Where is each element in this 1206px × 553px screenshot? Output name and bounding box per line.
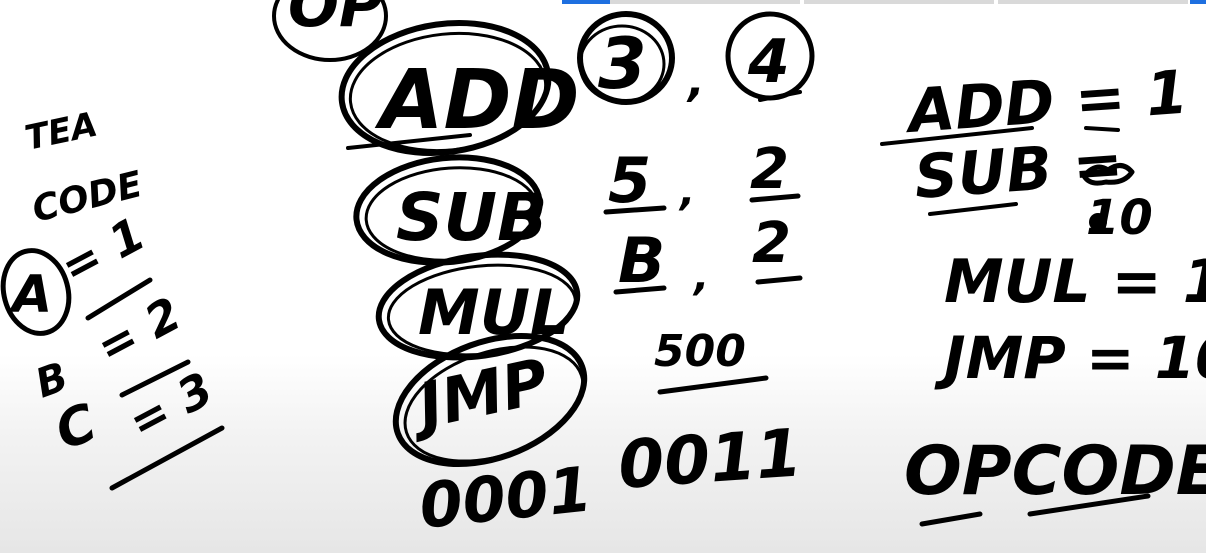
left-notes: TEA CODE A = 1 = 2 B C = 3: [0, 105, 225, 491]
operand-500: 500: [654, 326, 746, 377]
opcode-title: OPCODE: [904, 432, 1206, 511]
operand-sep-1: ,: [686, 56, 705, 107]
binary-0011: 0011: [616, 414, 805, 504]
tea-label: TEA: [22, 105, 101, 159]
op-partial-label: OP: [288, 0, 383, 41]
operand-2a: 2: [750, 137, 789, 202]
operand-sep-3: ,: [692, 254, 709, 300]
letter-c: C: [48, 393, 104, 462]
operands: 3 , 4 5 , 2 B , 2 500: [577, 11, 815, 395]
operand-5: 5: [608, 144, 651, 217]
op-jmp: JMP: [401, 344, 554, 445]
operand-4: 4: [747, 27, 790, 97]
operand-sep-2: ,: [678, 169, 695, 215]
op-sub: SUB: [396, 179, 547, 256]
op-add: ADD: [374, 53, 580, 148]
letter-a: A: [8, 265, 52, 325]
operand-2b: 2: [752, 211, 791, 276]
binary-encoding: 0001 0011: [416, 414, 804, 543]
jmp-eq: JMP = 100: [934, 324, 1206, 392]
whiteboard-canvas: TEA CODE A = 1 = 2 B C = 3 OP ADD SUB MU…: [0, 0, 1206, 543]
mul-eq: MUL = 11: [944, 247, 1206, 317]
eq-2: = 2: [88, 286, 190, 374]
opcode-column: OP ADD SUB MUL JMP: [272, 0, 588, 467]
operand-3: 3: [598, 23, 647, 105]
opcode-table: ADD = 1 SUB = 10 MUL = 11 JMP = 100 OPCO…: [880, 58, 1206, 527]
